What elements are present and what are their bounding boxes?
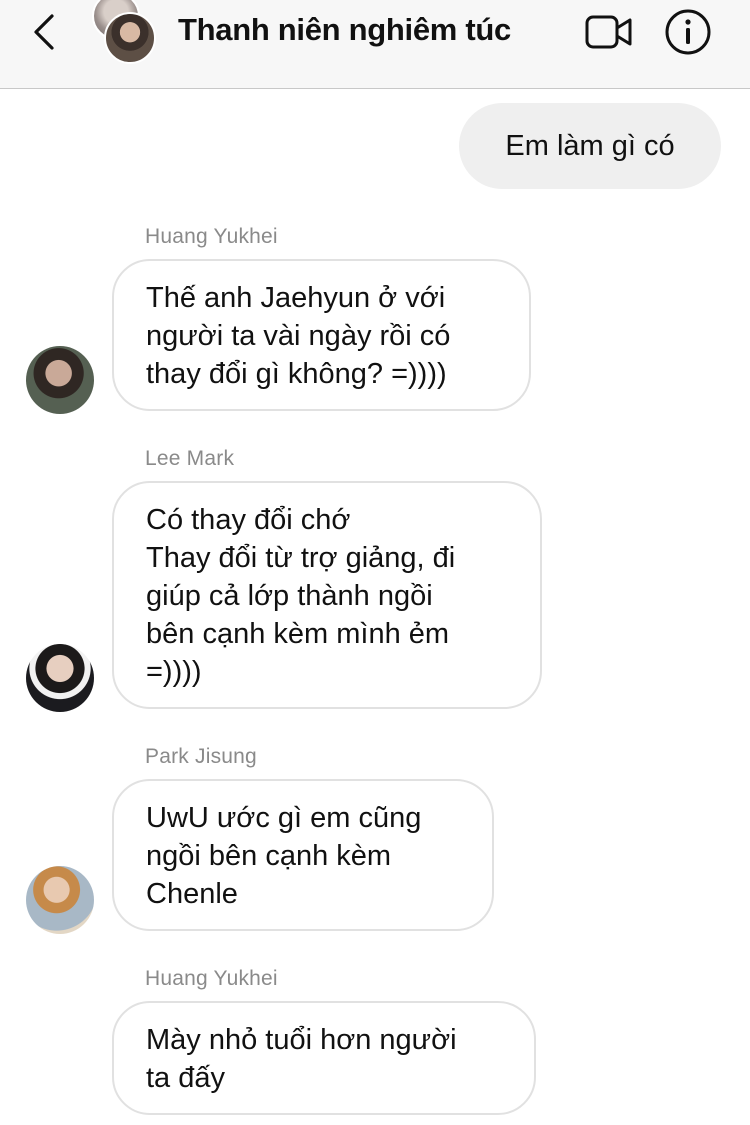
incoming-message[interactable]: Thế anh Jaehyun ở với người ta vài ngày … bbox=[112, 259, 531, 411]
incoming-message[interactable]: Có thay đổi chớ Thay đổi từ trợ giảng, đ… bbox=[112, 481, 542, 709]
incoming-message[interactable]: Mày nhỏ tuổi hơn người ta đấy bbox=[112, 1001, 536, 1115]
sender-avatar[interactable] bbox=[26, 644, 94, 712]
chat-title[interactable]: Thanh niên nghiêm túc bbox=[178, 12, 511, 48]
video-call-icon bbox=[585, 15, 632, 49]
sender-name: Park Jisung bbox=[145, 745, 257, 768]
chat-header: Thanh niên nghiêm túc bbox=[0, 0, 750, 89]
sender-name: Huang Yukhei bbox=[145, 225, 278, 248]
sender-avatar[interactable] bbox=[26, 346, 94, 414]
info-icon bbox=[665, 9, 711, 55]
outgoing-message[interactable]: Em làm gì có bbox=[459, 103, 721, 189]
sender-avatar[interactable] bbox=[26, 866, 94, 934]
sender-name: Lee Mark bbox=[145, 447, 235, 470]
incoming-message[interactable]: UwU ước gì em cũng ngồi bên cạnh kèm Che… bbox=[112, 779, 494, 931]
group-avatar[interactable] bbox=[88, 0, 160, 70]
back-button[interactable] bbox=[26, 10, 66, 54]
chevron-left-icon bbox=[34, 14, 54, 50]
info-button[interactable] bbox=[664, 8, 712, 56]
member-avatar-front bbox=[104, 12, 156, 64]
sender-name: Huang Yukhei bbox=[145, 967, 278, 990]
video-call-button[interactable] bbox=[584, 12, 634, 52]
